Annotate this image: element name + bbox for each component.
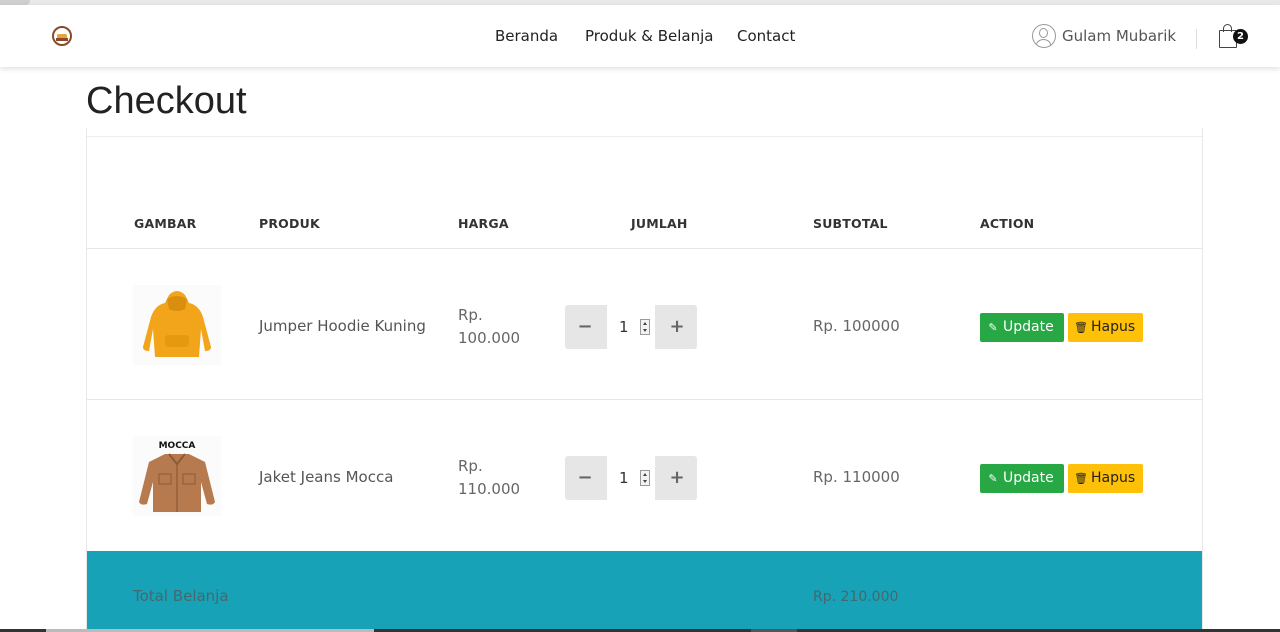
delete-label: Hapus [1091,319,1136,335]
product-price: Rp. 110.000 [458,457,521,498]
header-gambar: GAMBAR [134,216,197,231]
qty-minus-button[interactable]: − [565,456,605,500]
trash-icon: 🗑 [1074,472,1088,485]
qty-value: 1 [619,318,629,336]
top-navbar: Beranda Produk & Belanja Contact Gulam M… [0,5,1280,67]
nav-link-contact[interactable]: Contact [737,26,795,46]
row-subtotal: Rp. 110000 [813,468,900,486]
header-produk: PRODUK [259,216,320,231]
edit-icon: ✎ [988,472,998,485]
store-logo[interactable] [52,26,72,46]
delete-label: Hapus [1091,470,1136,486]
qty-input[interactable]: 1 [607,305,655,349]
update-button[interactable]: ✎ Update [980,313,1064,342]
page-title: Checkout [86,80,247,122]
user-icon-head [1039,28,1048,38]
trash-icon: 🗑 [1074,321,1088,334]
user-name[interactable]: Gulam Mubarik [1062,26,1176,46]
quantity-stepper: − 1 + [565,305,697,349]
product-price: Rp. 100.000 [458,306,521,347]
checkout-card: GAMBAR PRODUK HARGA JUMLAH SUBTOTAL ACTI… [86,128,1203,632]
header-subtotal: SUBTOTAL [813,216,888,231]
nav-divider [1196,29,1197,49]
total-value: Rp. 210.000 [813,589,899,605]
delete-button[interactable]: 🗑 Hapus [1068,464,1143,493]
product-image-hoodie [133,285,221,365]
qty-plus-button[interactable]: + [657,456,697,500]
nav-link-produk-belanja[interactable]: Produk & Belanja [585,26,714,46]
user-icon[interactable] [1032,24,1056,48]
card-top-line [87,136,1202,137]
total-bar: Total Belanja Rp. 210.000 [87,551,1202,632]
jacket-image-label: MOCCA [159,441,196,451]
header-jumlah: JUMLAH [631,216,688,231]
header-harga: HARGA [458,216,509,231]
edit-icon: ✎ [988,321,998,334]
cart-count-badge: 2 [1233,29,1248,44]
product-name: Jaket Jeans Mocca [259,468,394,486]
product-image-jacket: MOCCA [133,436,221,516]
qty-spinner-icon[interactable] [640,470,650,486]
nav-link-beranda[interactable]: Beranda [495,26,558,46]
update-label: Update [1003,319,1054,335]
user-icon-body [1036,39,1051,47]
bag-handle [1223,24,1232,32]
product-name: Jumper Hoodie Kuning [259,317,426,335]
update-button[interactable]: ✎ Update [980,464,1064,493]
qty-value: 1 [619,469,629,487]
qty-input[interactable]: 1 [607,456,655,500]
quantity-stepper: − 1 + [565,456,697,500]
qty-minus-button[interactable]: − [565,305,605,349]
qty-plus-button[interactable]: + [657,305,697,349]
table-row: MOCCA Jaket Jeans Mocca Rp. 110.000 − 1 … [87,400,1202,551]
row-subtotal: Rp. 100000 [813,317,900,335]
delete-button[interactable]: 🗑 Hapus [1068,313,1143,342]
update-label: Update [1003,470,1054,486]
table-row: Jumper Hoodie Kuning Rp. 100.000 − 1 + R… [87,249,1202,400]
total-label: Total Belanja [133,587,229,605]
header-action: ACTION [980,216,1035,231]
qty-spinner-icon[interactable] [640,319,650,335]
logo-band [56,38,68,41]
